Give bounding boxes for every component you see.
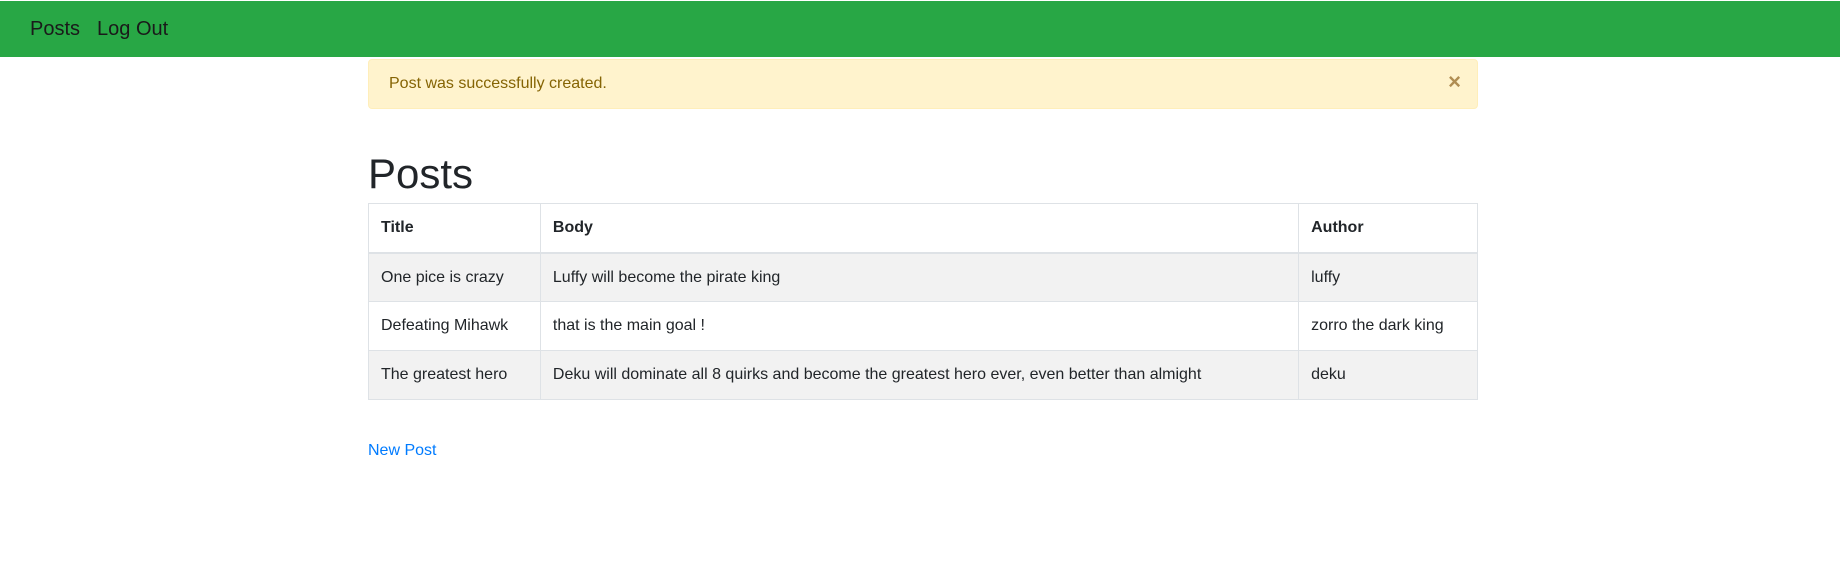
cell-body: Luffy will become the pirate king	[539, 252, 1300, 303]
posts-table: Title Body Author One pice is crazy Luff…	[368, 203, 1478, 401]
table-row: Defeating Mihawk that is the main goal !…	[368, 301, 1478, 352]
page-title: Posts	[368, 150, 474, 197]
success-alert: Post was successfully created. ×	[368, 59, 1478, 109]
table-row: One pice is crazy Luffy will become the …	[368, 252, 1478, 303]
cell-title: One pice is crazy	[368, 252, 541, 303]
new-post-link[interactable]: New Post	[368, 442, 436, 460]
column-header-author: Author	[1298, 203, 1478, 254]
column-header-title: Title	[368, 203, 541, 254]
close-icon[interactable]: ×	[1448, 71, 1461, 93]
cell-title: Defeating Mihawk	[368, 301, 541, 352]
cell-body: that is the main goal !	[539, 301, 1300, 352]
alert-message: Post was successfully created.	[389, 75, 607, 92]
cell-title: The greatest hero	[368, 350, 541, 401]
nav-link-log-out[interactable]: Log Out	[97, 18, 168, 41]
cell-body: Deku will dominate all 8 quirks and beco…	[539, 350, 1300, 401]
top-navbar: Posts Log Out	[0, 1, 1840, 57]
table-row: The greatest hero Deku will dominate all…	[368, 350, 1478, 401]
column-header-body: Body	[539, 203, 1300, 254]
cell-author: luffy	[1298, 252, 1478, 303]
table-header-row: Title Body Author	[368, 203, 1478, 254]
main-container: Post was successfully created. × Posts T…	[368, 57, 1478, 460]
cell-author: zorro the dark king	[1298, 301, 1478, 352]
nav-link-posts[interactable]: Posts	[30, 18, 80, 41]
cell-author: deku	[1298, 350, 1478, 401]
